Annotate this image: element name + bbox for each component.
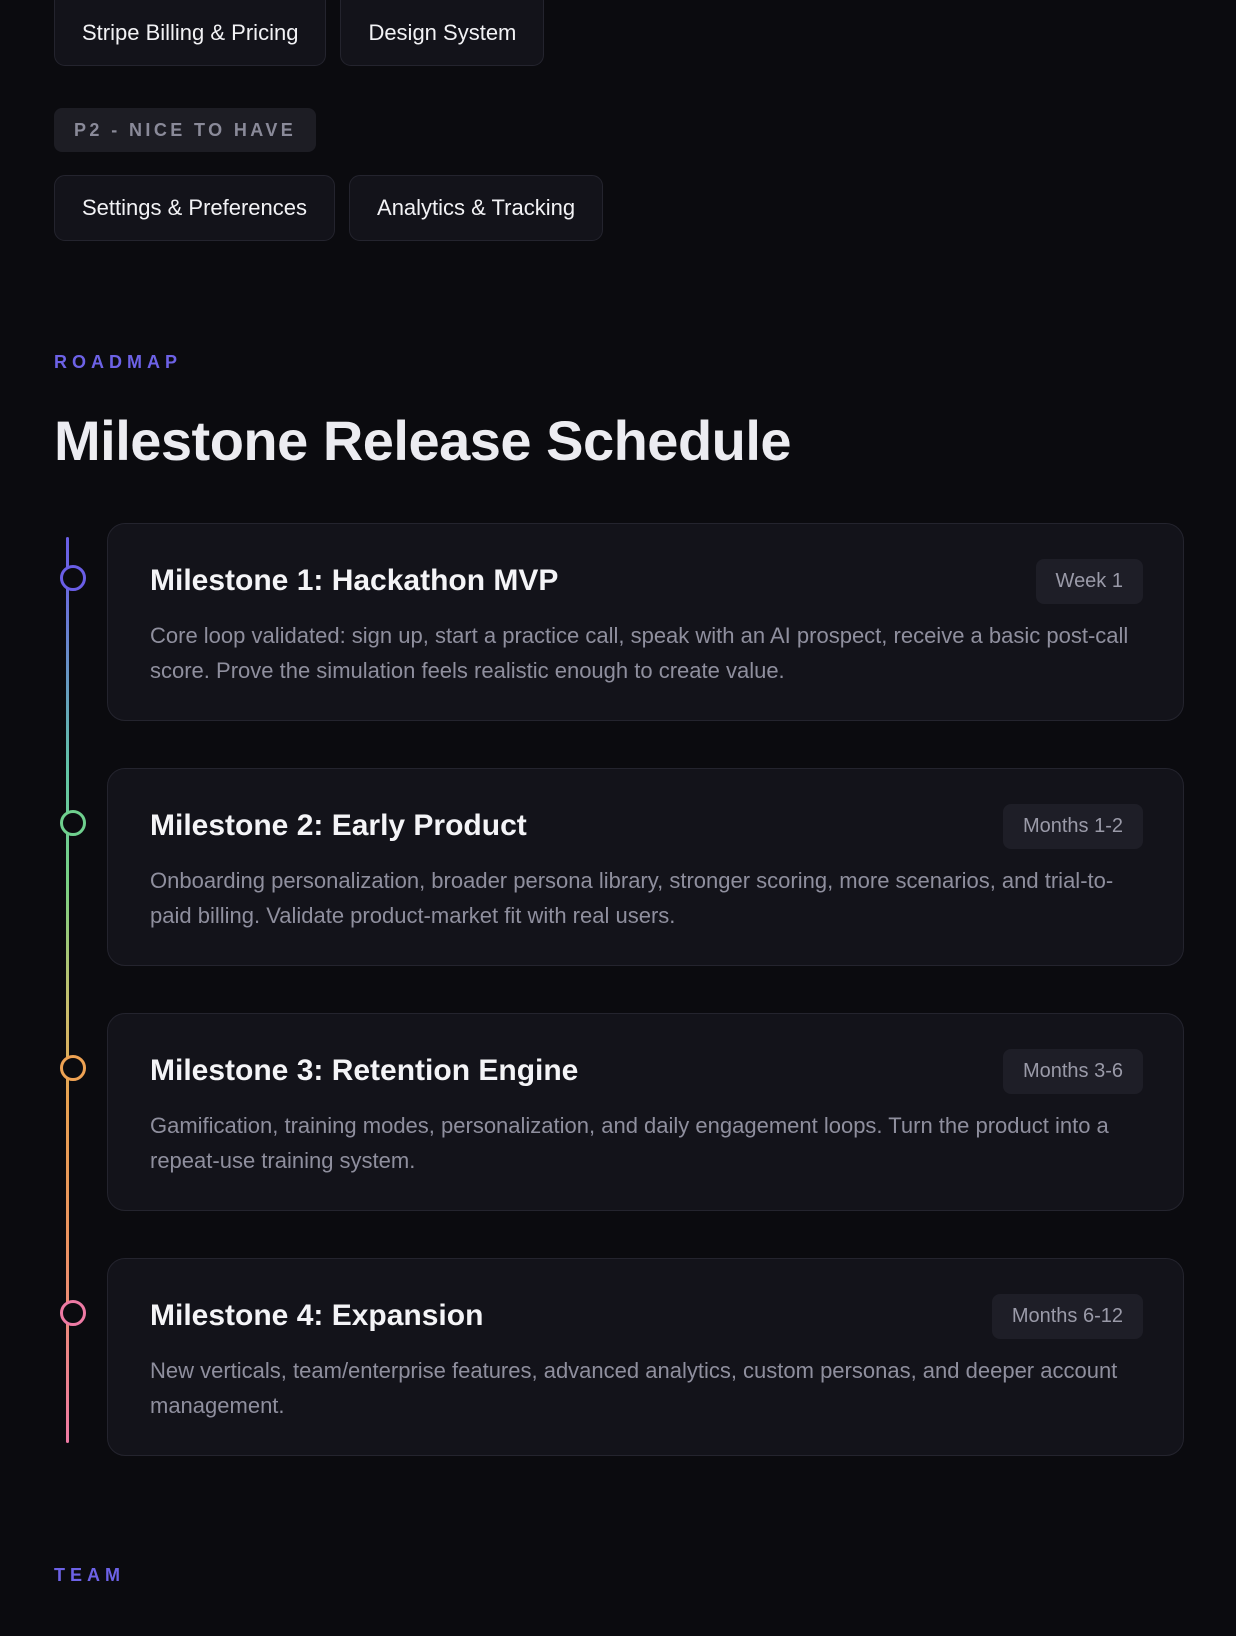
feature-chip[interactable]: Stripe Billing & Pricing <box>54 0 327 66</box>
timeline-node <box>60 565 86 591</box>
roadmap-eyebrow: ROADMAP <box>54 352 182 372</box>
feature-chip-row-p1: Stripe Billing & Pricing Design System <box>54 0 545 66</box>
milestone-card: Milestone 4: Expansion Months 6-12 New v… <box>107 1258 1184 1456</box>
feature-chip[interactable]: Settings & Preferences <box>54 175 336 241</box>
feature-chip[interactable]: Analytics & Tracking <box>349 175 604 241</box>
timeline-node <box>60 810 86 836</box>
section-title: Milestone Release Schedule <box>54 409 792 472</box>
milestone-description: Core loop validated: sign up, start a pr… <box>150 623 1129 683</box>
milestone-title: Milestone 3: Retention Engine <box>150 1054 579 1087</box>
milestone-description: Onboarding personalization, broader pers… <box>150 868 1114 928</box>
timeline-node <box>60 1300 86 1326</box>
milestone-badge: Week 1 <box>1035 559 1143 604</box>
page: Stripe Billing & Pricing Design System P… <box>0 0 1236 1636</box>
milestone-badge: Months 1-2 <box>1002 804 1143 849</box>
timeline-node <box>60 1055 86 1081</box>
milestone-description: New verticals, team/enterprise features,… <box>150 1358 1118 1418</box>
milestone-card: Milestone 2: Early Product Months 1-2 On… <box>107 768 1184 966</box>
team-eyebrow: TEAM <box>54 1565 125 1585</box>
milestone-badge: Months 3-6 <box>1002 1049 1143 1094</box>
feature-chip-row-p2: Settings & Preferences Analytics & Track… <box>54 175 604 241</box>
milestone-title: Milestone 1: Hackathon MVP <box>150 564 559 597</box>
feature-chip[interactable]: Design System <box>340 0 545 66</box>
milestone-title: Milestone 4: Expansion <box>150 1299 484 1332</box>
milestone-description: Gamification, training modes, personaliz… <box>150 1113 1109 1173</box>
milestone-card: Milestone 3: Retention Engine Months 3-6… <box>107 1013 1184 1211</box>
milestone-title: Milestone 2: Early Product <box>150 809 527 842</box>
milestone-badge: Months 6-12 <box>991 1294 1143 1339</box>
priority-label: P2 - NICE TO HAVE <box>54 108 317 152</box>
milestone-card: Milestone 1: Hackathon MVP Week 1 Core l… <box>107 523 1184 721</box>
